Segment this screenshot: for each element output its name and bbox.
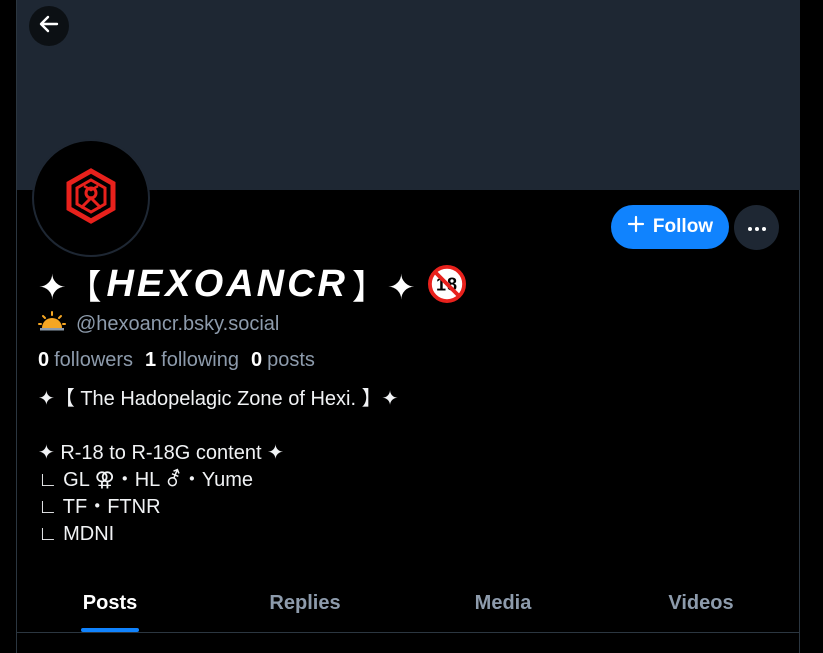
bio-line: ∟ MDNI <box>38 523 115 545</box>
followers-label: followers <box>54 348 134 371</box>
bio-line: ∟ TF・FTNR <box>38 496 161 518</box>
hexagon-logo-icon <box>63 167 119 229</box>
display-name-prefix: ✦【 <box>38 268 103 307</box>
tab-replies[interactable]: Replies <box>257 580 353 632</box>
no-under-18-icon: 18 <box>428 265 467 303</box>
back-button[interactable] <box>29 6 69 46</box>
tab-videos[interactable]: Videos <box>654 580 748 632</box>
profile-stats: 0 followers 1 following 0 posts <box>38 347 315 373</box>
bio-line: ✦ R-18 to R-18G content ✦ <box>38 442 284 464</box>
profile-handle[interactable]: @hexoancr.bsky.social <box>76 313 279 336</box>
following-stat[interactable]: 1 following <box>145 349 239 372</box>
ellipsis-icon <box>747 219 767 237</box>
tab-label: Posts <box>82 592 138 614</box>
followers-count: 0 <box>38 348 50 371</box>
arrow-left-icon <box>37 12 61 41</box>
sun-behind-cloud-icon <box>38 310 66 338</box>
profile-tabs: Posts Replies Media Videos <box>17 580 800 632</box>
followers-stat[interactable]: 0 followers <box>38 349 133 372</box>
display-name: ✦【 HEXOANCR 】✦ 18 <box>38 258 467 310</box>
bio-line <box>38 413 778 440</box>
tab-label: Media <box>474 592 532 614</box>
profile-bio: ✦【 The Hadopelagic Zone of Hexi. 】✦ ✦ R-… <box>38 386 778 548</box>
avatar[interactable] <box>32 139 150 257</box>
bio-line: ✦【 The Hadopelagic Zone of Hexi. 】✦ <box>38 388 399 410</box>
tab-posts[interactable]: Posts <box>81 580 139 632</box>
following-label: following <box>161 348 239 371</box>
handle-row: @hexoancr.bsky.social <box>38 311 279 337</box>
display-name-suffix: 】✦ <box>351 268 417 307</box>
tab-label: Videos <box>668 592 734 614</box>
posts-count: 0 <box>251 348 263 371</box>
plus-icon <box>627 215 645 239</box>
posts-stat: 0 posts <box>251 349 315 372</box>
follow-label: Follow <box>652 216 714 237</box>
posts-label: posts <box>267 348 315 371</box>
following-count: 1 <box>145 348 157 371</box>
tab-label: Replies <box>269 592 341 614</box>
more-options-button[interactable] <box>734 205 779 250</box>
tab-media[interactable]: Media <box>462 580 544 632</box>
bio-line: ∟ GL ⚢・HL ⚦・Yume <box>38 469 253 491</box>
follow-button[interactable]: Follow <box>611 205 729 249</box>
tabs-divider <box>17 632 800 633</box>
display-name-core: HEXOANCR <box>106 262 348 305</box>
